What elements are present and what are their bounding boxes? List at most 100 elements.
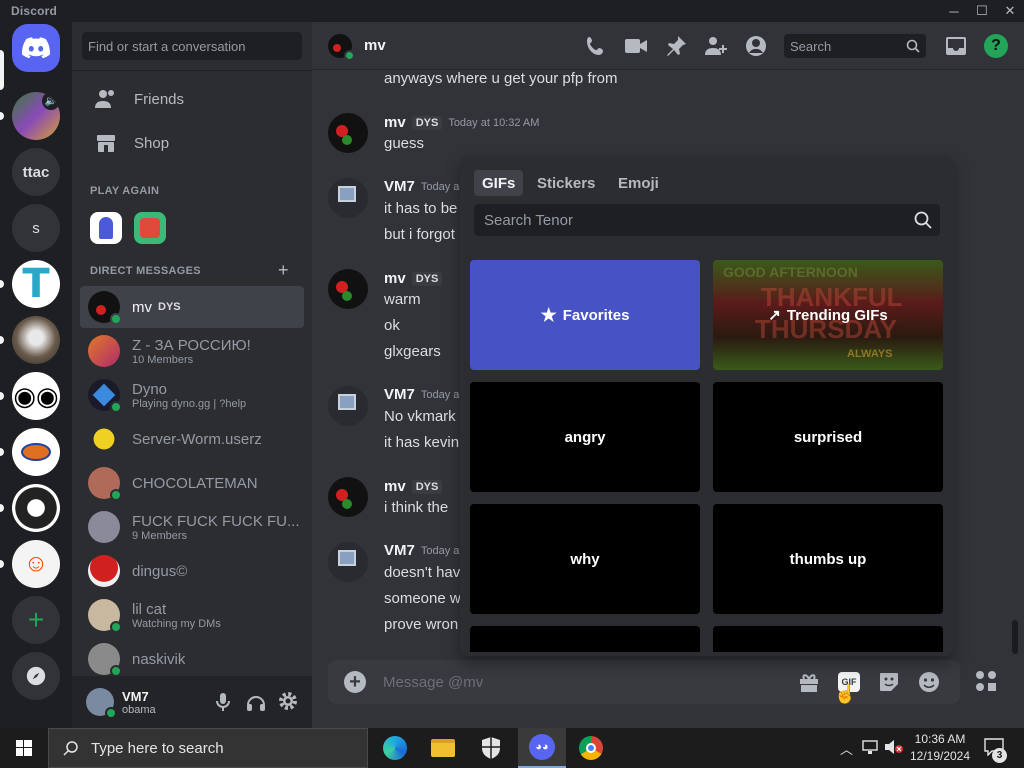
server-face[interactable]: ◉◉ bbox=[12, 372, 60, 420]
user-tag: DYS bbox=[411, 115, 443, 130]
gif-category-tile[interactable] bbox=[470, 626, 700, 652]
scrollbar-thumb[interactable] bbox=[1012, 620, 1018, 654]
message-author[interactable]: mv bbox=[384, 270, 406, 287]
message-avatar[interactable] bbox=[328, 386, 368, 426]
discord-app-taskbar[interactable]: ◕◕ bbox=[518, 728, 566, 768]
unread-pill bbox=[0, 112, 4, 120]
server-newegg[interactable] bbox=[12, 428, 60, 476]
inbox-icon[interactable] bbox=[944, 34, 968, 58]
nav-shop[interactable]: Shop bbox=[80, 122, 304, 164]
message-avatar[interactable] bbox=[328, 113, 368, 153]
message-author[interactable]: VM7 bbox=[384, 178, 415, 195]
dm-item[interactable]: FUCK FUCK FUCK FU... 9 Members bbox=[80, 506, 304, 548]
gif-category-tile[interactable]: angry bbox=[470, 382, 700, 492]
message-line: guess bbox=[384, 135, 425, 152]
emoji-icon[interactable] bbox=[918, 671, 940, 698]
message-line: i think the bbox=[384, 499, 449, 516]
tab-emoji[interactable]: Emoji bbox=[610, 170, 667, 196]
server-rail: 🔊 ttac s T ◉◉ ☺ + bbox=[0, 22, 72, 728]
message-header: mv DYS bbox=[384, 270, 443, 287]
message-author[interactable]: mv bbox=[384, 478, 406, 495]
discord-home-button[interactable] bbox=[12, 24, 60, 72]
tab-stickers[interactable]: Stickers bbox=[529, 170, 603, 196]
server-reddit[interactable]: ☺ bbox=[12, 540, 60, 588]
dm-item[interactable]: Server-Worm.userz bbox=[80, 418, 304, 460]
dm-subtext: 9 Members bbox=[132, 529, 188, 542]
server-ttac[interactable]: ttac bbox=[12, 148, 60, 196]
message-avatar[interactable] bbox=[328, 269, 368, 309]
game-icon[interactable] bbox=[90, 212, 122, 244]
attach-plus-icon[interactable]: + bbox=[344, 671, 366, 693]
server-s[interactable]: s bbox=[12, 204, 60, 252]
create-dm-button[interactable]: + bbox=[278, 260, 289, 281]
headphones-icon[interactable] bbox=[246, 692, 266, 717]
nav-friends[interactable]: Friends bbox=[80, 78, 304, 120]
message-avatar[interactable] bbox=[328, 542, 368, 582]
user-avatar[interactable] bbox=[86, 688, 117, 719]
dm-item[interactable]: lil cat Watching my DMs bbox=[80, 594, 304, 636]
gif-category-tile[interactable] bbox=[713, 626, 943, 652]
sticker-icon[interactable] bbox=[878, 671, 900, 698]
video-call-icon[interactable] bbox=[624, 34, 648, 58]
dm-item[interactable]: CHOCOLATEMAN bbox=[80, 462, 304, 504]
gif-category-tile[interactable]: surprised bbox=[713, 382, 943, 492]
dm-name: naskivik bbox=[132, 650, 186, 668]
add-friend-icon[interactable] bbox=[704, 34, 728, 58]
dm-item[interactable]: Dyno Playing dyno.gg | ?help bbox=[80, 374, 304, 416]
microphone-icon[interactable] bbox=[214, 692, 232, 717]
chrome-app[interactable] bbox=[568, 728, 614, 768]
user-profile-icon[interactable] bbox=[744, 34, 768, 58]
game-icon[interactable] bbox=[134, 212, 166, 244]
network-icon[interactable] bbox=[862, 739, 880, 760]
server-obs[interactable] bbox=[12, 484, 60, 532]
settings-gear-icon[interactable] bbox=[278, 691, 298, 716]
message-avatar[interactable] bbox=[328, 477, 368, 517]
message-avatar[interactable] bbox=[328, 178, 368, 218]
message-author[interactable]: VM7 bbox=[384, 386, 415, 403]
gif-category-tile[interactable]: thumbs up bbox=[713, 504, 943, 614]
message-author[interactable]: mv bbox=[384, 114, 406, 131]
gift-icon[interactable] bbox=[798, 671, 820, 698]
server-dog[interactable] bbox=[12, 316, 60, 364]
clock-time[interactable]: 10:36 AM bbox=[908, 732, 972, 746]
tile-bg-text: GOOD AFTERNOON bbox=[723, 264, 858, 280]
header-search-input[interactable]: Search bbox=[784, 34, 926, 58]
favorites-tile[interactable]: ★ Favorites bbox=[470, 260, 700, 370]
discover-button[interactable] bbox=[12, 652, 60, 700]
shield-icon bbox=[482, 737, 500, 759]
message-author[interactable]: VM7 bbox=[384, 542, 415, 559]
dm-item[interactable]: mv DYS bbox=[80, 286, 304, 328]
start-button[interactable] bbox=[0, 728, 48, 768]
volume-muted-icon[interactable] bbox=[884, 739, 904, 760]
pin-icon[interactable] bbox=[664, 34, 688, 58]
find-conversation-input[interactable]: Find or start a conversation bbox=[82, 32, 302, 60]
clock-date[interactable]: 12/19/2024 bbox=[908, 749, 972, 763]
voice-call-icon[interactable] bbox=[584, 34, 608, 58]
dm-item[interactable]: dingus© bbox=[80, 550, 304, 592]
security-app[interactable] bbox=[468, 728, 514, 768]
windows-logo-icon bbox=[16, 740, 32, 756]
minimize-button[interactable]: ─ bbox=[940, 0, 968, 22]
computer-icon bbox=[338, 550, 356, 566]
edge-app[interactable] bbox=[372, 728, 418, 768]
dm-item[interactable]: naskivik bbox=[80, 638, 304, 680]
tray-chevron-icon[interactable]: ︿ bbox=[840, 739, 853, 758]
maximize-button[interactable]: ☐ bbox=[968, 0, 996, 22]
file-explorer-app[interactable] bbox=[420, 728, 466, 768]
game-figure-icon bbox=[99, 217, 113, 239]
trending-label: Trending GIFs bbox=[786, 306, 888, 324]
apps-icon[interactable] bbox=[975, 670, 997, 697]
server-voice[interactable]: 🔊 bbox=[12, 92, 60, 140]
dm-item[interactable]: Z - ЗА РОССИЮ! 10 Members bbox=[80, 330, 304, 372]
taskbar-search[interactable]: Type here to search bbox=[48, 728, 368, 768]
tab-gifs[interactable]: GIFs bbox=[474, 170, 524, 196]
trending-gifs-tile[interactable]: GOOD AFTERNOON THANKFUL THURSDAY ALWAYS … bbox=[713, 260, 943, 370]
gif-category-tile[interactable]: why bbox=[470, 504, 700, 614]
server-t[interactable]: T bbox=[12, 260, 60, 308]
add-server-button[interactable]: + bbox=[12, 596, 60, 644]
message-input[interactable]: Message @mv bbox=[383, 674, 483, 691]
help-icon[interactable]: ? bbox=[984, 34, 1008, 58]
message-header: VM7 Today a bbox=[384, 542, 459, 559]
search-tenor-input[interactable]: Search Tenor bbox=[474, 204, 940, 236]
close-button[interactable]: ✕ bbox=[996, 0, 1024, 22]
